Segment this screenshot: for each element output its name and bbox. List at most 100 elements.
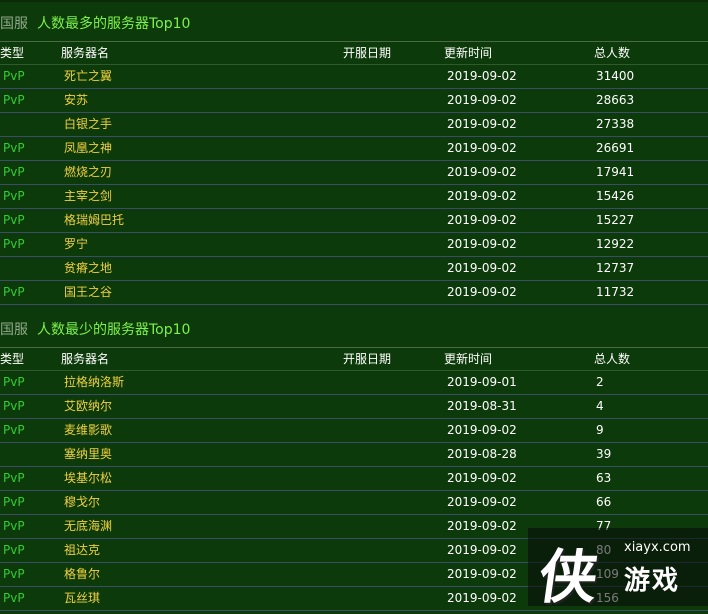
cell-update-time: 2019-09-02 bbox=[447, 285, 517, 299]
section-title: 国服 人数最多的服务器Top10 bbox=[0, 8, 708, 42]
cell-update-time: 2019-08-28 bbox=[447, 447, 517, 461]
table-row: PvP 国王之谷 2019-09-02 11732 bbox=[0, 281, 708, 305]
table-row: PvP 主宰之剑 2019-09-02 15426 bbox=[0, 185, 708, 209]
cell-server-name: 拉格纳洛斯 bbox=[64, 375, 125, 389]
cell-type: PvP bbox=[3, 543, 25, 557]
cell-total: 15426 bbox=[596, 189, 635, 203]
table-row: 塞纳里奥 2019-08-28 39 bbox=[0, 443, 708, 467]
table-row: PvP 罗宁 2019-09-02 12922 bbox=[0, 233, 708, 257]
col-open-date: 开服日期 bbox=[343, 352, 392, 366]
cell-type: PvP bbox=[3, 519, 25, 533]
table-row: PvP 埃基尔松 2019-09-02 63 bbox=[0, 467, 708, 491]
col-update-time: 更新时间 bbox=[444, 352, 493, 366]
cell-type: PvP bbox=[3, 237, 25, 251]
cell-type: PvP bbox=[3, 69, 25, 83]
cell-server-name: 凤凰之神 bbox=[64, 141, 113, 155]
col-server: 服务器名 bbox=[61, 352, 110, 366]
cell-server-name: 罗宁 bbox=[64, 237, 89, 251]
watermark-url: xiayx.com bbox=[624, 540, 691, 555]
cell-server-name: 格瑞姆巴托 bbox=[64, 213, 125, 227]
cell-server-name: 祖达克 bbox=[64, 543, 101, 557]
cell-server-name: 国王之谷 bbox=[64, 285, 113, 299]
cell-server-name: 安苏 bbox=[64, 93, 89, 107]
cell-total: 4 bbox=[596, 399, 604, 413]
cell-update-time: 2019-09-02 bbox=[447, 519, 517, 533]
table-row: PvP 燃烧之刃 2019-09-02 17941 bbox=[0, 161, 708, 185]
cell-total: 11732 bbox=[596, 285, 635, 299]
cell-total: 12922 bbox=[596, 237, 635, 251]
cell-server-name: 穆戈尔 bbox=[64, 495, 101, 509]
cell-server-name: 艾欧纳尔 bbox=[64, 399, 113, 413]
cell-server-name: 燃烧之刃 bbox=[64, 165, 113, 179]
watermark-text: 游戏 bbox=[624, 566, 681, 596]
cell-server-name: 白银之手 bbox=[64, 117, 113, 131]
cell-update-time: 2019-09-02 bbox=[447, 261, 517, 275]
col-server: 服务器名 bbox=[61, 46, 110, 60]
cell-server-name: 埃基尔松 bbox=[64, 471, 113, 485]
cell-server-name: 麦维影歌 bbox=[64, 423, 113, 437]
table-header: 类型 服务器名 开服日期 更新时间 总人数 bbox=[0, 42, 708, 65]
table-row: PvP 安苏 2019-09-02 28663 bbox=[0, 89, 708, 113]
cell-type: PvP bbox=[3, 495, 25, 509]
cell-type: PvP bbox=[3, 399, 25, 413]
cell-total: 31400 bbox=[596, 69, 635, 83]
section-heading: 人数最多的服务器Top10 bbox=[37, 16, 191, 32]
cell-type: PvP bbox=[3, 213, 25, 227]
cell-update-time: 2019-09-01 bbox=[447, 375, 517, 389]
cell-update-time: 2019-09-02 bbox=[447, 69, 517, 83]
cell-update-time: 2019-09-02 bbox=[447, 543, 517, 557]
cell-type: PvP bbox=[3, 471, 25, 485]
cell-server-name: 格鲁尔 bbox=[64, 567, 101, 581]
table-row: PvP 凤凰之神 2019-09-02 26691 bbox=[0, 137, 708, 161]
cell-total: 12737 bbox=[596, 261, 635, 275]
cell-total: 28663 bbox=[596, 93, 635, 107]
cell-total: 15227 bbox=[596, 213, 635, 227]
table-row: PvP 格瑞姆巴托 2019-09-02 15227 bbox=[0, 209, 708, 233]
col-update-time: 更新时间 bbox=[444, 46, 493, 60]
table-row: PvP 拉格纳洛斯 2019-09-01 2 bbox=[0, 371, 708, 395]
cell-update-time: 2019-08-31 bbox=[447, 399, 517, 413]
cell-update-time: 2019-09-02 bbox=[447, 117, 517, 131]
table-row: PvP 麦维影歌 2019-09-02 9 bbox=[0, 419, 708, 443]
cell-total: 27338 bbox=[596, 117, 635, 131]
cell-total: 63 bbox=[596, 471, 612, 485]
cell-update-time: 2019-09-02 bbox=[447, 471, 517, 485]
region-label: 国服 bbox=[0, 322, 28, 338]
top-divider bbox=[0, 0, 708, 2]
table-row: 贫瘠之地 2019-09-02 12737 bbox=[0, 257, 708, 281]
section-heading: 人数最少的服务器Top10 bbox=[37, 322, 191, 338]
watermark-logo: 侠 bbox=[534, 543, 603, 611]
cell-server-name: 塞纳里奥 bbox=[64, 447, 113, 461]
cell-type: PvP bbox=[3, 165, 25, 179]
table-row: PvP 穆戈尔 2019-09-02 66 bbox=[0, 491, 708, 515]
cell-update-time: 2019-09-02 bbox=[447, 189, 517, 203]
cell-total: 17941 bbox=[596, 165, 635, 179]
cell-server-name: 死亡之翼 bbox=[64, 69, 113, 83]
cell-server-name: 无底海渊 bbox=[64, 519, 113, 533]
cell-update-time: 2019-09-02 bbox=[447, 567, 517, 581]
cell-type: PvP bbox=[3, 423, 25, 437]
cell-total: 39 bbox=[596, 447, 612, 461]
cell-server-name: 贫瘠之地 bbox=[64, 261, 113, 275]
col-type: 类型 bbox=[0, 46, 25, 60]
cell-type: PvP bbox=[3, 141, 25, 155]
col-type: 类型 bbox=[0, 352, 25, 366]
cell-update-time: 2019-09-02 bbox=[447, 213, 517, 227]
cell-update-time: 2019-09-02 bbox=[447, 165, 517, 179]
table-row: PvP 艾欧纳尔 2019-08-31 4 bbox=[0, 395, 708, 419]
col-open-date: 开服日期 bbox=[343, 46, 392, 60]
cell-type: PvP bbox=[3, 189, 25, 203]
cell-update-time: 2019-09-02 bbox=[447, 237, 517, 251]
cell-type: PvP bbox=[3, 567, 25, 581]
cell-type: PvP bbox=[3, 375, 25, 389]
cell-update-time: 2019-09-02 bbox=[447, 495, 517, 509]
table-row: PvP 死亡之翼 2019-09-02 31400 bbox=[0, 65, 708, 89]
cell-total: 9 bbox=[596, 423, 604, 437]
cell-server-name: 主宰之剑 bbox=[64, 189, 113, 203]
most-populated-section: 国服 人数最多的服务器Top10 类型 服务器名 开服日期 更新时间 总人数 Pv… bbox=[0, 8, 708, 305]
cell-type: PvP bbox=[3, 93, 25, 107]
col-total: 总人数 bbox=[594, 46, 631, 60]
region-label: 国服 bbox=[0, 16, 28, 32]
section-title: 国服 人数最少的服务器Top10 bbox=[0, 314, 708, 348]
cell-update-time: 2019-09-02 bbox=[447, 423, 517, 437]
